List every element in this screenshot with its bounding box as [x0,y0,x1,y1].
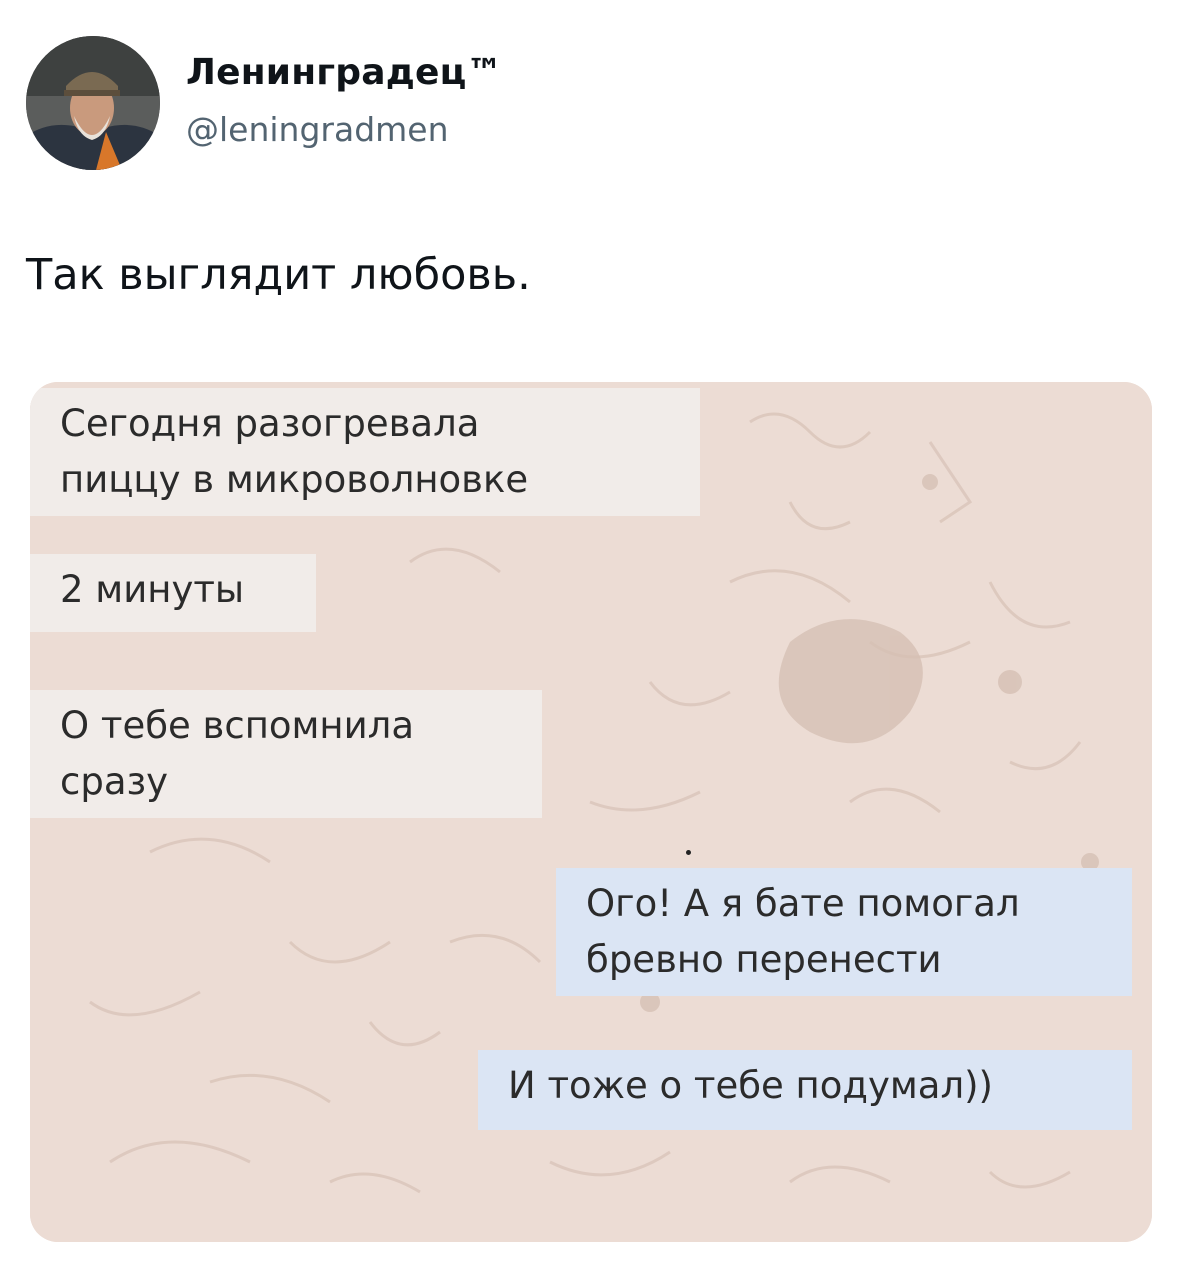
message-bubble-incoming: Сегодня разогревала пиццу в микроволновк… [30,388,700,516]
tweet: Ленинградец™ @leningradmen Так выглядит … [0,0,1179,1280]
message-bubble-incoming: 2 минуты [30,554,316,632]
avatar[interactable] [26,36,160,170]
message-bubble-outgoing: И тоже о тебе подумал)) [478,1050,1132,1130]
author-handle[interactable]: @leningradmen [186,110,449,149]
tweet-text: Так выглядит любовь. [26,250,531,300]
background-dot [686,850,691,855]
tweet-media-image[interactable]: Сегодня разогревала пиццу в микроволновк… [30,382,1152,1242]
avatar-photo-icon [26,36,160,170]
message-bubble-outgoing: Ого! А я бате помогал бревно перенести [556,868,1132,996]
message-bubble-incoming: О тебе вспомнила сразу [30,690,542,818]
author-display-name[interactable]: Ленинградец™ [186,52,503,93]
